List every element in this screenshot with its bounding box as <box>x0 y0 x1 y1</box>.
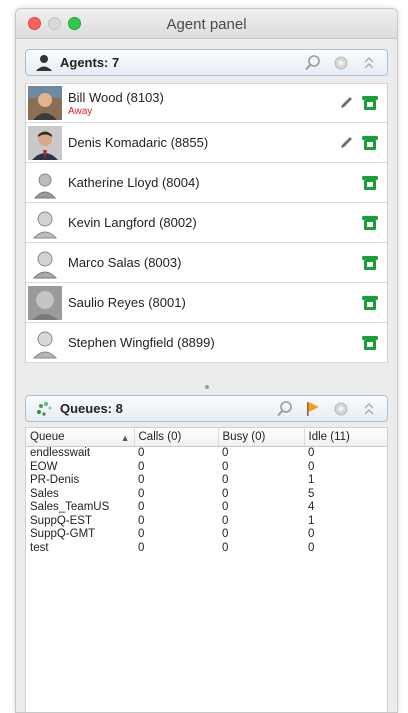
column-header-busy[interactable]: Busy (0) <box>218 428 305 447</box>
table-row[interactable]: SuppQ-GMT 0 0 0 <box>26 528 387 542</box>
agent-avatar <box>28 285 62 320</box>
agents-count-title: Agents: 7 <box>60 55 120 70</box>
column-header-queue[interactable]: Queue ▲ <box>26 428 135 447</box>
column-header-idle[interactable]: Idle (11) <box>304 428 387 447</box>
agent-row[interactable]: Bill Wood (8103) Away <box>26 83 387 123</box>
pencil-icon[interactable] <box>337 134 355 152</box>
flag-icon[interactable] <box>303 399 323 419</box>
queue-table-container: Queue ▲ Calls (0) Busy (0) Idle (11) endl… <box>25 427 388 712</box>
table-row[interactable]: EOW 0 0 0 <box>26 461 387 475</box>
queue-table: Queue ▲ Calls (0) Busy (0) Idle (11) endl… <box>26 428 387 555</box>
agent-name: Bill Wood (8103) <box>68 89 164 105</box>
window-title: Agent panel <box>166 16 247 33</box>
agent-avatar <box>28 86 62 120</box>
agent-name: Kevin Langford (8002) <box>68 215 197 230</box>
queues-header: Queues: 8 <box>25 395 388 422</box>
agent-avatar <box>28 125 62 160</box>
collapse-icon[interactable] <box>359 53 379 73</box>
title-bar: Agent panel <box>16 9 397 39</box>
phone-icon[interactable] <box>361 334 379 352</box>
agent-avatar <box>28 325 62 360</box>
table-row[interactable]: Sales_TeamUS 0 0 4 <box>26 501 387 515</box>
agent-row[interactable]: Katherine Lloyd (8004) <box>26 163 387 203</box>
phone-icon[interactable] <box>361 134 379 152</box>
queue-spinner-icon <box>34 399 54 419</box>
column-header-calls[interactable]: Calls (0) <box>134 428 219 447</box>
queue-table-header: Queue ▲ Calls (0) Busy (0) Idle (11) <box>26 428 387 447</box>
agent-status-away: Away <box>68 105 93 117</box>
table-row[interactable]: Sales 0 0 5 <box>26 488 387 502</box>
sort-ascending-icon: ▲ <box>120 433 130 443</box>
settings-icon[interactable] <box>331 399 351 419</box>
agent-name: Katherine Lloyd (8004) <box>68 175 200 190</box>
table-row[interactable]: endlesswait 0 0 0 <box>26 447 387 461</box>
agent-avatar <box>28 205 62 240</box>
phone-icon[interactable] <box>361 94 379 112</box>
table-row[interactable]: test 0 0 0 <box>26 542 387 556</box>
agent-panel-window: Agent panel Agents: 7 Bill Wood (8103) A… <box>15 8 398 713</box>
phone-icon[interactable] <box>361 214 379 232</box>
agent-person-icon <box>34 53 54 73</box>
agent-name: Stephen Wingfield (8899) <box>68 335 215 350</box>
agent-row[interactable]: Stephen Wingfield (8899) <box>26 323 387 363</box>
agent-row[interactable]: Kevin Langford (8002) <box>26 203 387 243</box>
settings-icon[interactable] <box>331 53 351 73</box>
table-row[interactable]: SuppQ-EST 0 0 1 <box>26 515 387 529</box>
search-icon[interactable] <box>275 399 295 419</box>
agent-avatar <box>28 245 62 280</box>
phone-icon[interactable] <box>361 174 379 192</box>
table-row[interactable]: PR-Denis 0 0 1 <box>26 474 387 488</box>
queues-count-title: Queues: 8 <box>60 401 123 416</box>
agents-header: Agents: 7 <box>25 49 388 76</box>
agent-list: Bill Wood (8103) Away Denis Komadaric (8… <box>25 83 388 363</box>
phone-icon[interactable] <box>361 294 379 312</box>
pencil-icon[interactable] <box>337 94 355 112</box>
collapse-icon[interactable] <box>359 399 379 419</box>
search-icon[interactable] <box>303 53 323 73</box>
panel-splitter[interactable] <box>16 383 397 391</box>
agent-row[interactable]: Marco Salas (8003) <box>26 243 387 283</box>
agent-row[interactable]: Denis Komadaric (8855) <box>26 123 387 163</box>
agent-avatar <box>28 165 62 200</box>
splitter-handle-icon <box>204 385 209 389</box>
agent-name: Denis Komadaric (8855) <box>68 135 209 150</box>
agent-row[interactable]: Saulio Reyes (8001) <box>26 283 387 323</box>
agent-name: Saulio Reyes (8001) <box>68 295 186 310</box>
phone-icon[interactable] <box>361 254 379 272</box>
agent-name: Marco Salas (8003) <box>68 255 182 270</box>
